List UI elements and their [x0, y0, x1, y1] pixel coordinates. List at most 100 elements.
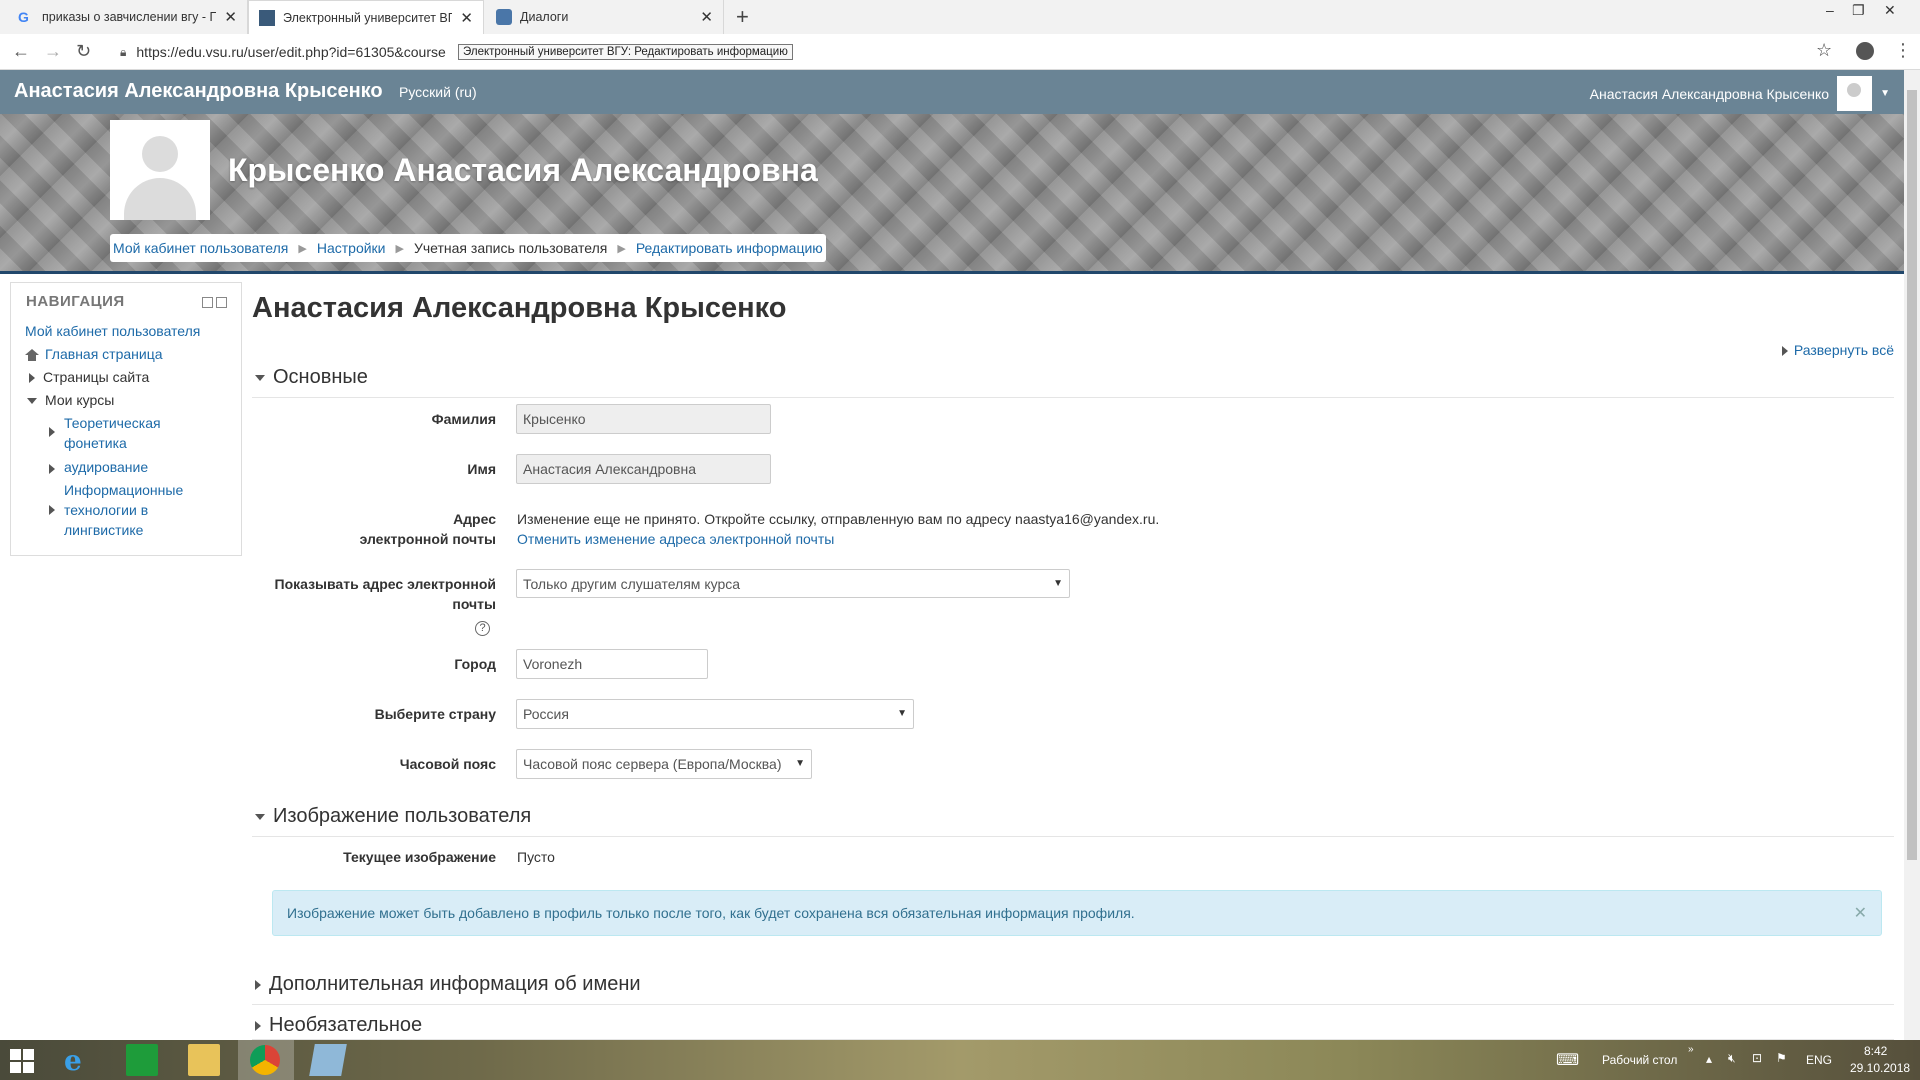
browser-tab-bar: G приказы о завчислении вгу - По ✕ Элект… — [0, 0, 1920, 34]
collapse-icon — [27, 398, 37, 405]
url-input[interactable]: 🔒︎ https://edu.vsu.ru/user/edit.php?id=6… — [110, 38, 1840, 66]
name-field[interactable]: Анастасия Александровна — [516, 454, 771, 484]
block-controls — [202, 297, 227, 308]
dock-block-icon[interactable] — [216, 297, 227, 308]
close-tab-icon[interactable]: ✕ — [224, 8, 237, 26]
nav-item-label: технологии в — [64, 502, 149, 518]
notepad-icon[interactable] — [309, 1044, 347, 1076]
user-placeholder-body — [124, 178, 196, 220]
section-additional-names[interactable]: Дополнительная информация об имени — [252, 973, 1894, 1005]
site-name-link[interactable]: Анастасия Александровна Крысенко — [14, 80, 383, 103]
dropdown-arrow-icon: ▼ — [897, 708, 907, 719]
show-email-label-line: почты — [452, 596, 496, 612]
clock-date[interactable]: 29.10.2018 — [1850, 1061, 1910, 1075]
section-general[interactable]: Основные — [252, 366, 1894, 398]
nav-course-phonetics[interactable]: Теоретическая фонетика — [64, 413, 161, 453]
minimize-icon[interactable]: – — [1826, 2, 1834, 18]
email-label-line: электронной почты — [359, 531, 496, 547]
language-indicator[interactable]: ENG — [1806, 1053, 1832, 1067]
file-explorer-icon[interactable] — [188, 1044, 220, 1076]
caret-down-icon: ▼ — [1880, 88, 1890, 99]
collapse-icon — [255, 813, 265, 820]
current-picture-label: Текущее изображение — [343, 849, 496, 865]
user-menu-name: Анастасия Александровна Крысенко — [1589, 85, 1830, 102]
scrollbar-thumb[interactable] — [1907, 90, 1917, 860]
windows-start-icon[interactable] — [10, 1049, 34, 1073]
forward-icon[interactable]: → — [44, 41, 62, 62]
expand-icon — [49, 427, 55, 437]
back-icon[interactable]: ← — [12, 41, 30, 62]
browser-tab-active[interactable]: Электронный университет ВГУ: Р ✕ — [248, 0, 484, 34]
browser-menu-icon[interactable]: ⋮ — [1894, 40, 1912, 61]
collapse-block-icon[interactable] — [202, 297, 213, 308]
chrome-taskbar-button[interactable] — [238, 1040, 294, 1080]
url-text: https://edu.vsu.ru/user/edit.php?id=6130… — [136, 44, 446, 60]
restore-icon[interactable]: ❐ — [1852, 2, 1865, 19]
info-alert: Изображение может быть добавлено в профи… — [272, 890, 1882, 936]
section-optional[interactable]: Необязательное — [252, 1014, 1894, 1040]
dialog-favicon-icon — [496, 9, 512, 25]
browser-tab[interactable]: Диалоги ✕ — [486, 0, 724, 34]
collapse-icon — [255, 374, 265, 381]
new-tab-icon[interactable]: + — [736, 4, 749, 30]
timezone-select[interactable]: Часовой пояс сервера (Европа/Москва) ▼ — [516, 749, 812, 779]
select-value: Только другим слушателям курса — [523, 575, 741, 592]
show-email-select[interactable]: Только другим слушателям курса ▼ — [516, 569, 1070, 598]
city-input[interactable]: Voronezh — [516, 649, 708, 679]
nav-course-it-linguistics[interactable]: Информационные технологии в лингвистике — [64, 480, 183, 540]
cancel-email-change-link[interactable]: Отменить изменение адреса электронной по… — [517, 529, 834, 549]
language-menu[interactable]: Русский (ru) — [399, 84, 477, 100]
navigation-block: НАВИГАЦИЯ Мой кабинет пользователя Главн… — [10, 282, 242, 556]
help-icon[interactable]: ? — [475, 621, 490, 636]
nav-course-listening[interactable]: аудирование — [64, 457, 148, 477]
browser-tab[interactable]: G приказы о завчислении вгу - По ✕ — [8, 0, 248, 34]
flag-icon[interactable]: ⚑ — [1776, 1051, 1787, 1065]
breadcrumb-separator-icon: ▶ — [298, 242, 307, 255]
city-label: Город — [454, 656, 496, 672]
desktop-toolbar-label[interactable]: Рабочий стол — [1602, 1053, 1677, 1067]
bookmark-star-icon[interactable]: ☆ — [1816, 40, 1832, 61]
select-value: Часовой пояс сервера (Европа/Москва) — [523, 756, 782, 772]
tab-title: приказы о завчислении вгу - По — [42, 10, 217, 24]
network-icon[interactable]: ⊡ — [1752, 1051, 1762, 1065]
speaker-icon[interactable]: 🔇︎ — [1728, 1051, 1736, 1066]
close-icon[interactable]: ✕ — [1854, 903, 1867, 923]
nav-item-label: лингвистике — [64, 522, 144, 538]
user-placeholder-icon — [142, 136, 178, 172]
breadcrumb-dashboard[interactable]: Мой кабинет пользователя — [113, 240, 288, 256]
user-menu[interactable]: Анастасия Александровна Крысенко ▼ — [1590, 76, 1890, 111]
page-scrollbar[interactable] — [1904, 70, 1920, 1040]
internet-explorer-icon[interactable]: e — [64, 1044, 96, 1077]
tray-overflow-icon[interactable]: ▴ — [1706, 1052, 1712, 1066]
window-close-icon[interactable]: ✕ — [1884, 2, 1896, 19]
page-title: Крысенко Анастасия Александровна — [228, 152, 818, 188]
reload-icon[interactable]: ↻ — [76, 41, 91, 62]
nav-item-dashboard[interactable]: Мой кабинет пользователя — [25, 321, 200, 341]
breadcrumb-settings[interactable]: Настройки — [317, 240, 386, 256]
section-title: Необязательное — [269, 1014, 423, 1036]
chevron-icon[interactable]: » — [1688, 1044, 1694, 1055]
profile-icon[interactable] — [1856, 42, 1874, 60]
address-bar: ← → ↻ 🔒︎ https://edu.vsu.ru/user/edit.ph… — [0, 34, 1920, 70]
breadcrumb: Мой кабинет пользователя ▶ Настройки ▶ У… — [110, 234, 826, 262]
nav-item-label: фонетика — [64, 435, 127, 451]
expand-all-link[interactable]: Развернуть всё — [1781, 342, 1894, 358]
expand-icon — [49, 464, 55, 474]
surname-field[interactable]: Крысенко — [516, 404, 771, 434]
clock-time[interactable]: 8:42 — [1864, 1044, 1887, 1058]
email-pending-notice: Изменение еще не принято. Откройте ссылк… — [517, 511, 1160, 527]
lock-icon: 🔒︎ — [120, 44, 127, 59]
section-user-picture[interactable]: Изображение пользователя — [252, 805, 1894, 837]
nav-item-my-courses[interactable]: Мои курсы — [27, 390, 114, 410]
keyboard-icon[interactable]: ⌨ — [1556, 1050, 1579, 1070]
close-tab-icon[interactable]: ✕ — [460, 9, 473, 27]
country-select[interactable]: Россия ▼ — [516, 699, 914, 729]
close-tab-icon[interactable]: ✕ — [700, 8, 713, 26]
nav-item-site-pages[interactable]: Страницы сайта — [29, 367, 149, 387]
nav-item-home[interactable]: Главная страница — [25, 344, 163, 364]
nav-item-label: Мои курсы — [45, 392, 115, 408]
show-email-label-line: Показывать адрес электронной — [274, 576, 496, 592]
expand-icon — [29, 373, 35, 384]
store-icon[interactable] — [126, 1044, 158, 1076]
breadcrumb-edit-profile[interactable]: Редактировать информацию — [636, 240, 823, 256]
